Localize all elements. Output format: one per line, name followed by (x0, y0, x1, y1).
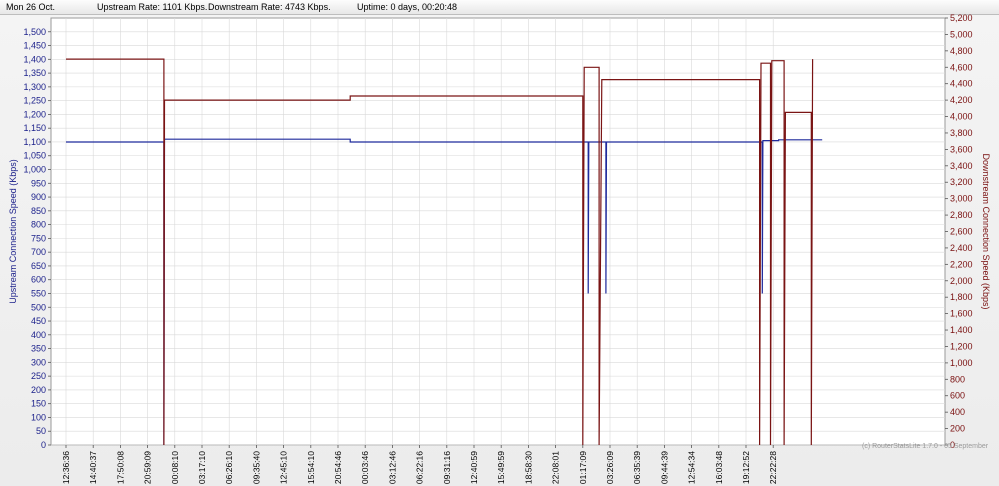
right-tick-label: 4,800 (950, 46, 973, 56)
left-tick-label: 150 (31, 399, 46, 409)
x-tick-label: 06:22:16 (415, 451, 425, 484)
x-tick-label: 09:44:39 (659, 451, 669, 484)
right-tick-label: 5,200 (950, 13, 973, 23)
left-tick-label: 450 (31, 316, 46, 326)
x-tick-label: 15:49:59 (496, 451, 506, 484)
left-tick-label: 1,400 (23, 54, 46, 64)
right-tick-label: 600 (950, 391, 965, 401)
x-tick-label: 16:03:48 (714, 451, 724, 484)
left-tick-label: 600 (31, 275, 46, 285)
right-tick-label: 2,000 (950, 276, 973, 286)
left-tick-label: 200 (31, 385, 46, 395)
left-tick-label: 1,250 (23, 96, 46, 106)
left-tick-label: 900 (31, 192, 46, 202)
right-tick-label: 4,200 (950, 95, 973, 105)
right-axis-ticks: 02004006008001,0001,2001,4001,6001,8002,… (945, 13, 973, 450)
x-tick-label: 12:45:10 (279, 451, 289, 484)
right-tick-label: 3,800 (950, 128, 973, 138)
x-tick-label: 14:40:37 (88, 451, 98, 484)
left-axis-title: Upstream Connection Speed (Kbps) (8, 159, 18, 304)
left-tick-label: 1,050 (23, 151, 46, 161)
left-tick-label: 800 (31, 220, 46, 230)
left-tick-label: 1,000 (23, 165, 46, 175)
left-tick-label: 1,300 (23, 82, 46, 92)
x-tick-label: 12:40:59 (469, 451, 479, 484)
watermark-text: (c) RouterStatsLite 1.7.0 - 05 September (862, 443, 989, 450)
left-tick-label: 0 (41, 440, 46, 450)
right-tick-label: 3,600 (950, 144, 973, 154)
x-tick-label: 00:03:46 (360, 451, 370, 484)
right-tick-label: 5,000 (950, 29, 973, 39)
right-tick-label: 1,800 (950, 292, 973, 302)
x-tick-label: 03:12:46 (387, 451, 397, 484)
right-tick-label: 1,200 (950, 341, 973, 351)
right-tick-label: 2,400 (950, 243, 973, 253)
x-tick-label: 18:58:30 (523, 451, 533, 484)
left-tick-label: 1,200 (23, 109, 46, 119)
left-tick-label: 1,500 (23, 27, 46, 37)
right-tick-label: 4,400 (950, 79, 973, 89)
left-tick-label: 50 (36, 426, 46, 436)
connection-speed-chart: 0 50 100 150 200 250 300 350 400 450 500 550 600 650 7… (8, 13, 991, 484)
x-tick-label: 12:36:36 (61, 451, 71, 484)
x-tick-label: 22:08:01 (551, 451, 561, 484)
right-tick-label: 1,600 (950, 309, 973, 319)
left-tick-label: 650 (31, 261, 46, 271)
left-tick-label: 300 (31, 357, 46, 367)
right-tick-label: 800 (950, 374, 965, 384)
x-tick-label: 03:17:10 (197, 451, 207, 484)
right-tick-label: 3,200 (950, 177, 973, 187)
right-tick-label: 1,400 (950, 325, 973, 335)
right-tick-label: 2,800 (950, 210, 973, 220)
x-tick-label: 03:26:09 (605, 451, 615, 484)
right-tick-label: 3,400 (950, 161, 973, 171)
x-tick-label: 22:22:28 (768, 451, 778, 484)
left-tick-label: 550 (31, 288, 46, 298)
left-tick-label: 1,350 (23, 68, 46, 78)
x-tick-label: 00:08:10 (170, 451, 180, 484)
x-tick-label: 09:31:16 (442, 451, 452, 484)
right-tick-label: 4,600 (950, 62, 973, 72)
x-tick-label: 15:54:10 (306, 451, 316, 484)
left-tick-label: 100 (31, 412, 46, 422)
left-axis-ticks: 0 50 100 150 200 250 300 350 400 450 500 550 600 650 7… (23, 27, 51, 450)
left-tick-label: 700 (31, 247, 46, 257)
left-tick-label: 350 (31, 344, 46, 354)
left-tick-label: 400 (31, 330, 46, 340)
x-tick-label: 12:54:34 (687, 451, 697, 484)
left-tick-label: 1,450 (23, 41, 46, 51)
left-tick-label: 750 (31, 233, 46, 243)
x-tick-label: 01:17:09 (578, 451, 588, 484)
left-tick-label: 950 (31, 178, 46, 188)
right-tick-label: 2,600 (950, 227, 973, 237)
left-tick-label: 1,150 (23, 123, 46, 133)
right-tick-label: 4,000 (950, 112, 973, 122)
x-tick-label: 06:26:10 (224, 451, 234, 484)
right-axis-title: Downstream Connection Speed (Kbps) (981, 153, 991, 309)
right-tick-label: 1,000 (950, 358, 973, 368)
x-axis-ticks: 12:36:36 14:40:37 17:50:08 20:59:09 00:08:10… (61, 445, 778, 484)
left-tick-label: 250 (31, 371, 46, 381)
x-tick-label: 19:12:52 (741, 451, 751, 484)
x-tick-label: 17:50:08 (115, 451, 125, 484)
left-tick-label: 1,100 (23, 137, 46, 147)
right-tick-label: 2,200 (950, 259, 973, 269)
x-tick-label: 06:35:39 (632, 451, 642, 484)
x-tick-label: 20:54:46 (333, 451, 343, 484)
right-tick-label: 200 (950, 424, 965, 434)
x-tick-label: 09:35:40 (251, 451, 261, 484)
x-tick-label: 20:59:09 (143, 451, 153, 484)
left-tick-label: 850 (31, 206, 46, 216)
right-tick-label: 400 (950, 407, 965, 417)
left-tick-label: 500 (31, 302, 46, 312)
right-tick-label: 3,000 (950, 194, 973, 204)
router-stats-window: Mon 26 Oct. Upstream Rate: 1101 Kbps. Do… (0, 0, 999, 486)
